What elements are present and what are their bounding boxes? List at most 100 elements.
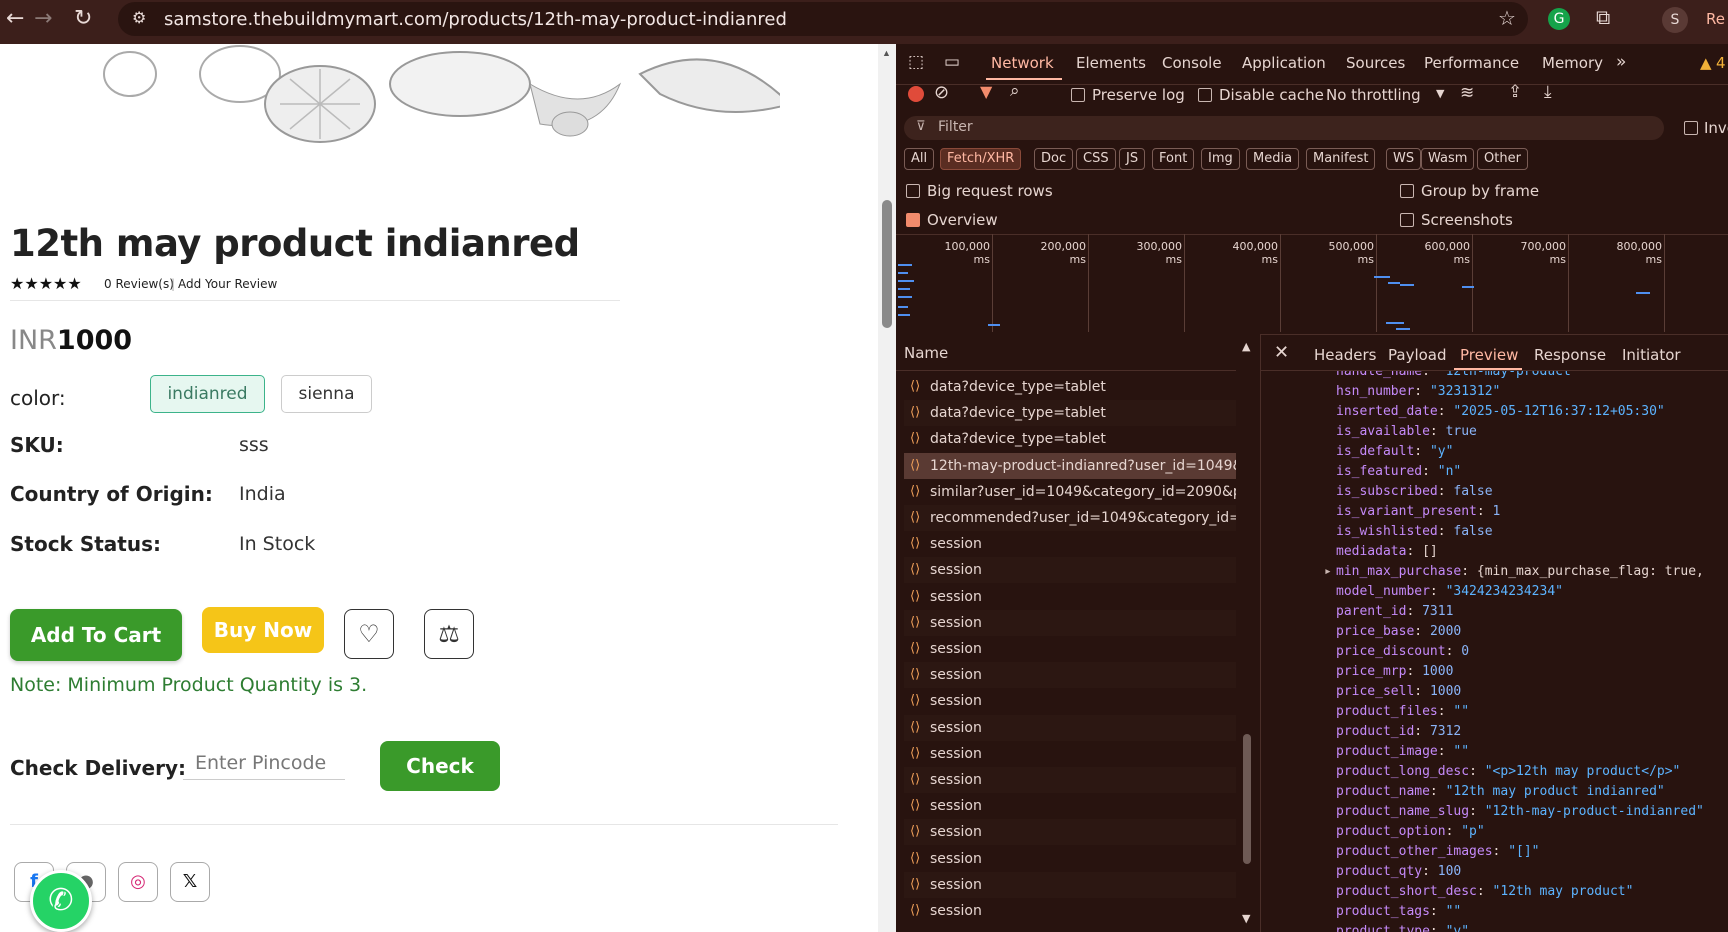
preview-property[interactable]: is_featured: "n": [1336, 464, 1461, 479]
grammarly-icon[interactable]: G: [1548, 8, 1570, 30]
network-request-row[interactable]: ⟨⟩ session: [904, 767, 1260, 793]
network-request-row[interactable]: ⟨⟩ session: [904, 898, 1260, 924]
preview-property[interactable]: product_option: "p": [1336, 824, 1485, 839]
preview-property[interactable]: product_type: "v": [1336, 924, 1469, 932]
extensions-puzzle-icon[interactable]: ⧉: [1596, 5, 1610, 29]
tab-sources[interactable]: Sources: [1346, 54, 1405, 72]
preview-property[interactable]: price_mrp: 1000: [1336, 664, 1453, 679]
color-option-sienna[interactable]: sienna: [281, 375, 372, 413]
preview-property[interactable]: product_files: "": [1336, 704, 1469, 719]
preview-property[interactable]: inserted_date: "2025-05-12T16:37:12+05:3…: [1336, 404, 1665, 419]
whatsapp-icon[interactable]: ✆: [30, 870, 92, 932]
search-icon[interactable]: ⌕: [1010, 81, 1020, 101]
network-conditions-icon[interactable]: ≋: [1460, 83, 1474, 103]
filter-chip-media[interactable]: Media: [1246, 148, 1300, 170]
preview-property[interactable]: product_image: "": [1336, 744, 1469, 759]
download-icon[interactable]: ⤓: [1544, 82, 1552, 102]
chevron-down-icon[interactable]: ▼: [1436, 87, 1444, 100]
filter-chip-wasm[interactable]: Wasm: [1421, 148, 1475, 170]
scroll-up-icon[interactable]: ▲: [882, 48, 891, 58]
close-details-icon[interactable]: ✕: [1274, 342, 1289, 363]
tab-payload[interactable]: Payload: [1388, 346, 1447, 364]
tab-network[interactable]: Network: [991, 54, 1054, 72]
filter-chip-ws[interactable]: WS: [1386, 148, 1422, 170]
network-request-row[interactable]: ⟨⟩ data?device_type=tablet: [904, 400, 1260, 427]
profile-avatar[interactable]: S: [1662, 7, 1688, 33]
screenshots-checkbox[interactable]: [1400, 213, 1414, 227]
overview-checkbox[interactable]: [906, 213, 920, 227]
tab-headers[interactable]: Headers: [1314, 346, 1376, 364]
invert-checkbox[interactable]: [1684, 121, 1698, 135]
preview-property[interactable]: is_default: "y": [1336, 444, 1453, 459]
add-review-link[interactable]: Add Your Review: [178, 277, 277, 291]
network-request-row[interactable]: ⟨⟩ session: [904, 531, 1260, 558]
network-request-row[interactable]: ⟨⟩ data?device_type=tablet: [904, 374, 1260, 400]
network-request-row[interactable]: ⟨⟩ session: [904, 557, 1260, 584]
address-bar[interactable]: ⚙ samstore.thebuildmymart.com/products/1…: [118, 2, 1528, 36]
more-tabs-icon[interactable]: »: [1616, 52, 1626, 72]
group-by-frame-checkbox[interactable]: [1400, 184, 1414, 198]
filter-chip-img[interactable]: Img: [1201, 148, 1240, 170]
compare-scale-icon[interactable]: ⚖: [424, 609, 474, 659]
network-request-row[interactable]: ⟨⟩ session: [904, 662, 1260, 689]
preview-property[interactable]: is_subscribed: false: [1336, 484, 1493, 499]
network-request-row[interactable]: ⟨⟩ session: [904, 740, 1260, 767]
warning-icon[interactable]: ▲: [1700, 54, 1712, 72]
preview-property[interactable]: price_base: 2000: [1336, 624, 1461, 639]
x-twitter-icon[interactable]: 𝕏: [170, 862, 210, 902]
preview-property[interactable]: is_variant_present: 1: [1336, 504, 1500, 519]
preview-property[interactable]: model_number: "3424234234234": [1336, 584, 1563, 599]
big-request-rows-checkbox[interactable]: [906, 184, 920, 198]
filter-chip-all[interactable]: All: [904, 148, 935, 170]
preserve-log-checkbox[interactable]: [1071, 88, 1085, 102]
tab-memory[interactable]: Memory: [1542, 54, 1603, 72]
network-request-row[interactable]: ⟨⟩ session: [904, 793, 1260, 820]
tab-initiator[interactable]: Initiator: [1622, 346, 1681, 364]
preview-property[interactable]: product_qty: 100: [1336, 864, 1461, 879]
preview-property[interactable]: price_discount: 0: [1336, 644, 1469, 659]
forward-arrow-icon[interactable]: →: [34, 6, 52, 31]
upload-icon[interactable]: ⇪: [1508, 82, 1522, 102]
scroll-down-icon[interactable]: ▼: [1242, 912, 1250, 925]
network-request-row[interactable]: ⟨⟩ data?device_type=tablet: [904, 426, 1260, 453]
network-request-row[interactable]: ⟨⟩ 12th-may-product-indianred?user_id=104…: [904, 452, 1260, 479]
inspect-element-icon[interactable]: ⬚: [908, 52, 924, 72]
filter-chip-css[interactable]: CSS: [1076, 148, 1116, 170]
filter-funnel-icon[interactable]: ▼: [980, 82, 992, 101]
network-request-row[interactable]: ⟨⟩ session: [904, 688, 1260, 715]
preview-property[interactable]: mediadata: []: [1336, 544, 1438, 559]
clear-icon[interactable]: ⊘: [934, 82, 949, 103]
filter-chip-fetch-xhr[interactable]: Fetch/XHR: [940, 148, 1022, 170]
url-text[interactable]: samstore.thebuildmymart.com/products/12t…: [164, 9, 787, 30]
disable-cache-checkbox[interactable]: [1198, 88, 1212, 102]
add-to-cart-button[interactable]: Add To Cart: [10, 609, 182, 661]
device-toggle-icon[interactable]: ▭: [944, 52, 960, 72]
expand-arrow-icon[interactable]: ▸: [1324, 564, 1332, 579]
preview-property[interactable]: ▸ min_max_purchase: {min_max_purchase_fla…: [1324, 564, 1704, 579]
name-column-header[interactable]: Name: [904, 344, 948, 362]
preview-property[interactable]: product_short_desc: "12th may product": [1336, 884, 1633, 899]
network-request-row[interactable]: ⟨⟩ recommended?user_id=1049&category_id=2…: [904, 505, 1260, 531]
preview-property[interactable]: product_id: 7312: [1336, 724, 1461, 739]
preview-property[interactable]: handle_name: "12th-may-product": [1336, 371, 1579, 379]
filter-input[interactable]: ⊽ Filter: [904, 116, 1664, 140]
network-request-row[interactable]: ⟨⟩ similar?user_id=1049&category_id=2090&…: [904, 478, 1260, 505]
record-stop-icon[interactable]: [908, 86, 924, 102]
page-scrollbar[interactable]: ▲: [878, 44, 896, 932]
preview-property[interactable]: price_sell: 1000: [1336, 684, 1461, 699]
bookmark-star-icon[interactable]: ☆: [1498, 6, 1516, 30]
network-request-row[interactable]: ⟨⟩ session: [904, 819, 1260, 846]
buy-now-button[interactable]: Buy Now: [202, 607, 324, 653]
preview-property[interactable]: product_tags: "": [1336, 904, 1461, 919]
network-request-row[interactable]: ⟨⟩ session: [904, 871, 1260, 898]
scroll-up-icon[interactable]: ▲: [1242, 340, 1250, 353]
preview-property[interactable]: hsn_number: "3231312": [1336, 384, 1500, 399]
filter-chip-doc[interactable]: Doc: [1034, 148, 1074, 170]
scrollbar-thumb[interactable]: [882, 200, 892, 328]
network-request-row[interactable]: ⟨⟩ session: [904, 609, 1260, 636]
check-delivery-button[interactable]: Check: [380, 741, 500, 791]
pincode-input[interactable]: [183, 746, 345, 780]
preview-property[interactable]: is_wishlisted: false: [1336, 524, 1493, 539]
filter-chip-js[interactable]: JS: [1119, 148, 1146, 170]
color-option-indianred[interactable]: indianred: [150, 375, 265, 413]
